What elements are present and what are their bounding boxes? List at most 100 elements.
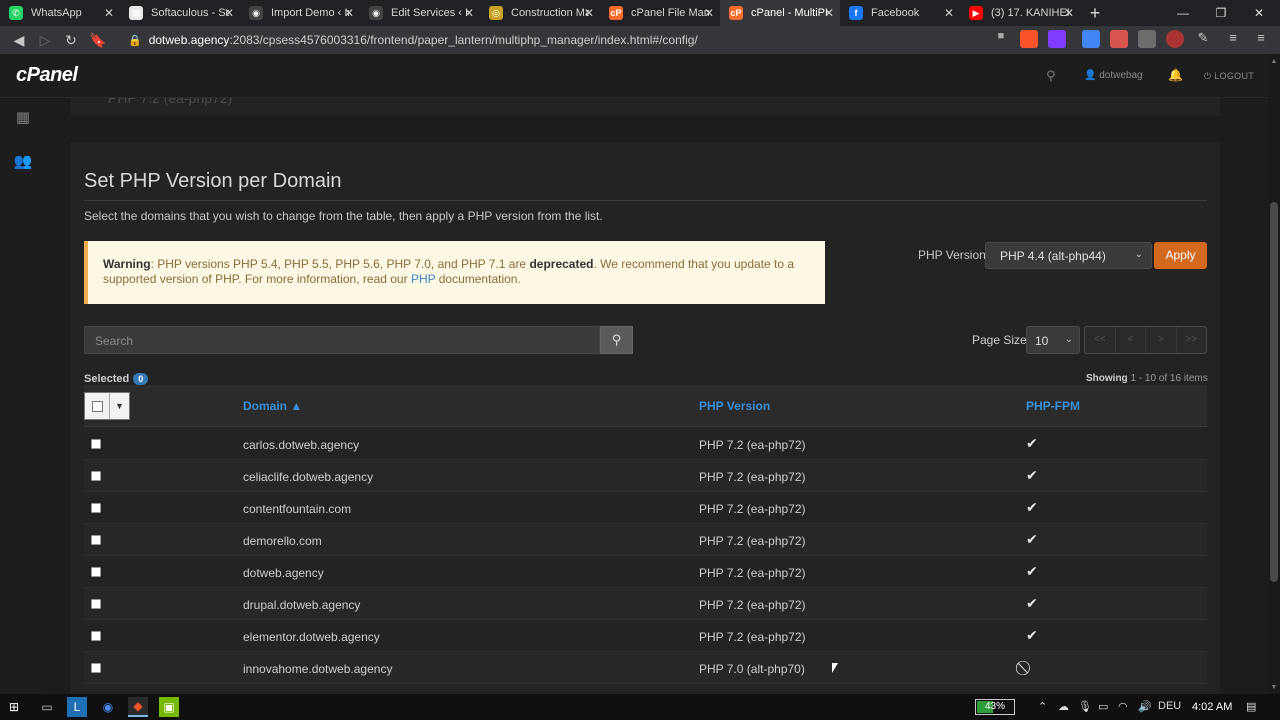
apply-button[interactable]: Apply: [1154, 242, 1207, 269]
page-size-select[interactable]: 10 ⌄: [1026, 326, 1080, 354]
new-tab-button[interactable]: +: [1080, 0, 1110, 26]
extension-icon[interactable]: [1138, 30, 1156, 48]
close-tab-icon[interactable]: ✕: [1062, 6, 1076, 20]
back-icon[interactable]: ◀: [6, 27, 32, 53]
php-docs-link[interactable]: PHP: [411, 272, 435, 286]
record-icon[interactable]: [1166, 30, 1184, 48]
caret-down-icon[interactable]: ▼: [110, 393, 129, 419]
row-checkbox[interactable]: [91, 471, 101, 481]
column-php-version[interactable]: PHP Version: [699, 399, 770, 413]
browser-tab[interactable]: cP cPanel File Mana ✕: [600, 0, 720, 26]
close-tab-icon[interactable]: ✕: [462, 6, 476, 20]
table-row[interactable]: carlos.dotweb.agency PHP 7.2 (ea-php72) ✔: [84, 428, 1207, 460]
wordpress-icon: ◉: [249, 6, 263, 20]
first-page-button[interactable]: <<: [1085, 327, 1116, 353]
prev-page-button[interactable]: <: [1116, 327, 1146, 353]
logout-icon: ⏻: [1204, 71, 1212, 81]
translate-icon[interactable]: [1082, 30, 1100, 48]
row-checkbox[interactable]: [91, 535, 101, 545]
browser-tab[interactable]: ◉ Import Demo ‹ In ✕: [240, 0, 360, 26]
table-row[interactable]: demorello.com PHP 7.2 (ea-php72) ✔: [84, 524, 1207, 556]
logout-button[interactable]: ⏻ LOGOUT: [1204, 71, 1254, 82]
search-icon[interactable]: ⚲: [1046, 68, 1056, 84]
browser-tab[interactable]: ▶ (3) 17. KANIHER ✕: [960, 0, 1080, 26]
forward-icon[interactable]: ▷: [32, 27, 58, 53]
row-checkbox[interactable]: [91, 439, 101, 449]
scroll-down-icon[interactable]: ▼: [1270, 684, 1278, 691]
select-all-checkbox[interactable]: [85, 393, 110, 419]
address-bar[interactable]: 🔒 dotweb.agency :2083/cpsess4576003316/f…: [118, 29, 998, 51]
user-menu[interactable]: 👤 dotwebag: [1084, 70, 1143, 81]
language-indicator[interactable]: DEU: [1158, 700, 1181, 712]
browser-tab[interactable]: cP cPanel - MultiPH ✕: [720, 0, 840, 26]
cpanel-logo[interactable]: cPanel: [16, 64, 78, 87]
browser-tab[interactable]: ✆ WhatsApp ✕: [0, 0, 120, 26]
notifications-icon[interactable]: ▤: [1246, 700, 1256, 713]
bookmark-icon[interactable]: 🔖: [85, 27, 111, 53]
browser-tab[interactable]: ▦ Softaculous - Sof ✕: [120, 0, 240, 26]
wifi-icon[interactable]: ◠: [1118, 700, 1128, 713]
column-domain[interactable]: Domain ▲: [243, 399, 302, 413]
browser-menu-icon[interactable]: ≡: [1252, 30, 1270, 48]
last-page-button[interactable]: >>: [1177, 327, 1207, 353]
table-row[interactable]: elementor.dotweb.agency PHP 7.2 (ea-php72…: [84, 620, 1207, 652]
table-row[interactable]: dotweb.agency PHP 7.2 (ea-php72) ✔: [84, 556, 1207, 588]
nvidia-icon[interactable]: ▣: [159, 697, 179, 717]
browser-tab[interactable]: ◎ Construction Ma ✕: [480, 0, 600, 26]
current-php-version: PHP 7.2 (ea-php72): [108, 98, 233, 106]
brave-rewards-icon[interactable]: [1048, 30, 1066, 48]
chrome-icon[interactable]: ◉: [98, 697, 118, 717]
page-scrollbar[interactable]: ▲ ▼: [1268, 54, 1280, 694]
reload-icon[interactable]: ↻: [58, 27, 84, 53]
column-php-fpm[interactable]: PHP-FPM: [1026, 399, 1080, 413]
minimize-button[interactable]: —: [1164, 0, 1202, 26]
camera-icon[interactable]: ■: [992, 30, 1010, 48]
battery-icon[interactable]: ▭: [1098, 700, 1108, 713]
next-page-button[interactable]: >: [1146, 327, 1177, 353]
scroll-up-icon[interactable]: ▲: [1270, 58, 1278, 65]
extensions-puzzle-icon[interactable]: ✎: [1194, 30, 1212, 48]
app-l-icon[interactable]: L: [67, 697, 87, 717]
close-window-button[interactable]: ✕: [1240, 0, 1278, 26]
maximize-button[interactable]: ❐: [1202, 0, 1240, 26]
row-checkbox[interactable]: [91, 631, 101, 641]
microphone-icon[interactable]: 🎙: [1078, 700, 1092, 713]
windows-start-icon[interactable]: ⊞: [4, 697, 24, 717]
close-tab-icon[interactable]: ✕: [942, 6, 956, 20]
onedrive-icon[interactable]: ☁: [1058, 700, 1069, 713]
apps-grid-icon[interactable]: ▦: [13, 108, 33, 128]
row-checkbox[interactable]: [91, 663, 101, 673]
windows-taskbar: ⊞ ▭ L ◉ ◆ ▣ 43% ⌃ ☁ 🎙 ▭ ◠ 🔊 DEU 4:02 AM …: [0, 694, 1280, 720]
search-input[interactable]: Search: [84, 326, 600, 354]
table-row[interactable]: drupal.dotweb.agency PHP 7.2 (ea-php72) ✔: [84, 588, 1207, 620]
clock[interactable]: 4:02 AM: [1192, 701, 1232, 713]
row-checkbox[interactable]: [91, 599, 101, 609]
row-checkbox[interactable]: [91, 503, 101, 513]
notifications-bell-icon[interactable]: 🔔: [1168, 68, 1183, 82]
close-tab-icon[interactable]: ✕: [342, 6, 356, 20]
close-tab-icon[interactable]: ✕: [222, 6, 236, 20]
browser-tab[interactable]: f Facebook ✕: [840, 0, 960, 26]
table-row[interactable]: contentfountain.com PHP 7.2 (ea-php72) ✔: [84, 492, 1207, 524]
chat-icon[interactable]: ▭: [37, 697, 57, 717]
close-tab-icon[interactable]: ✕: [702, 6, 716, 20]
brave-shield-icon[interactable]: [1020, 30, 1038, 48]
volume-icon[interactable]: 🔊: [1138, 700, 1152, 713]
battery-indicator[interactable]: 43%: [975, 699, 1015, 715]
extension-icon[interactable]: [1110, 30, 1128, 48]
row-checkbox[interactable]: [91, 567, 101, 577]
table-row[interactable]: celiaclife.dotweb.agency PHP 7.2 (ea-php7…: [84, 460, 1207, 492]
browser-tab[interactable]: ◉ Edit Services ‹ In ✕: [360, 0, 480, 26]
users-icon[interactable]: 👥: [13, 152, 33, 172]
close-tab-icon[interactable]: ✕: [822, 6, 836, 20]
scroll-thumb[interactable]: [1270, 202, 1278, 582]
php-version-select[interactable]: PHP 4.4 (alt-php44) ⌄: [985, 242, 1152, 269]
playlist-icon[interactable]: ≡: [1224, 30, 1242, 48]
chevron-up-icon[interactable]: ⌃: [1038, 700, 1047, 713]
table-row[interactable]: innovahome.dotweb.agency PHP 7.0 (alt-php…: [84, 652, 1207, 684]
close-tab-icon[interactable]: ✕: [582, 6, 596, 20]
close-tab-icon[interactable]: ✕: [102, 6, 116, 20]
brave-icon[interactable]: ◆: [128, 697, 148, 717]
bulk-select[interactable]: ▼: [84, 392, 130, 420]
search-button[interactable]: ⚲: [600, 326, 633, 354]
